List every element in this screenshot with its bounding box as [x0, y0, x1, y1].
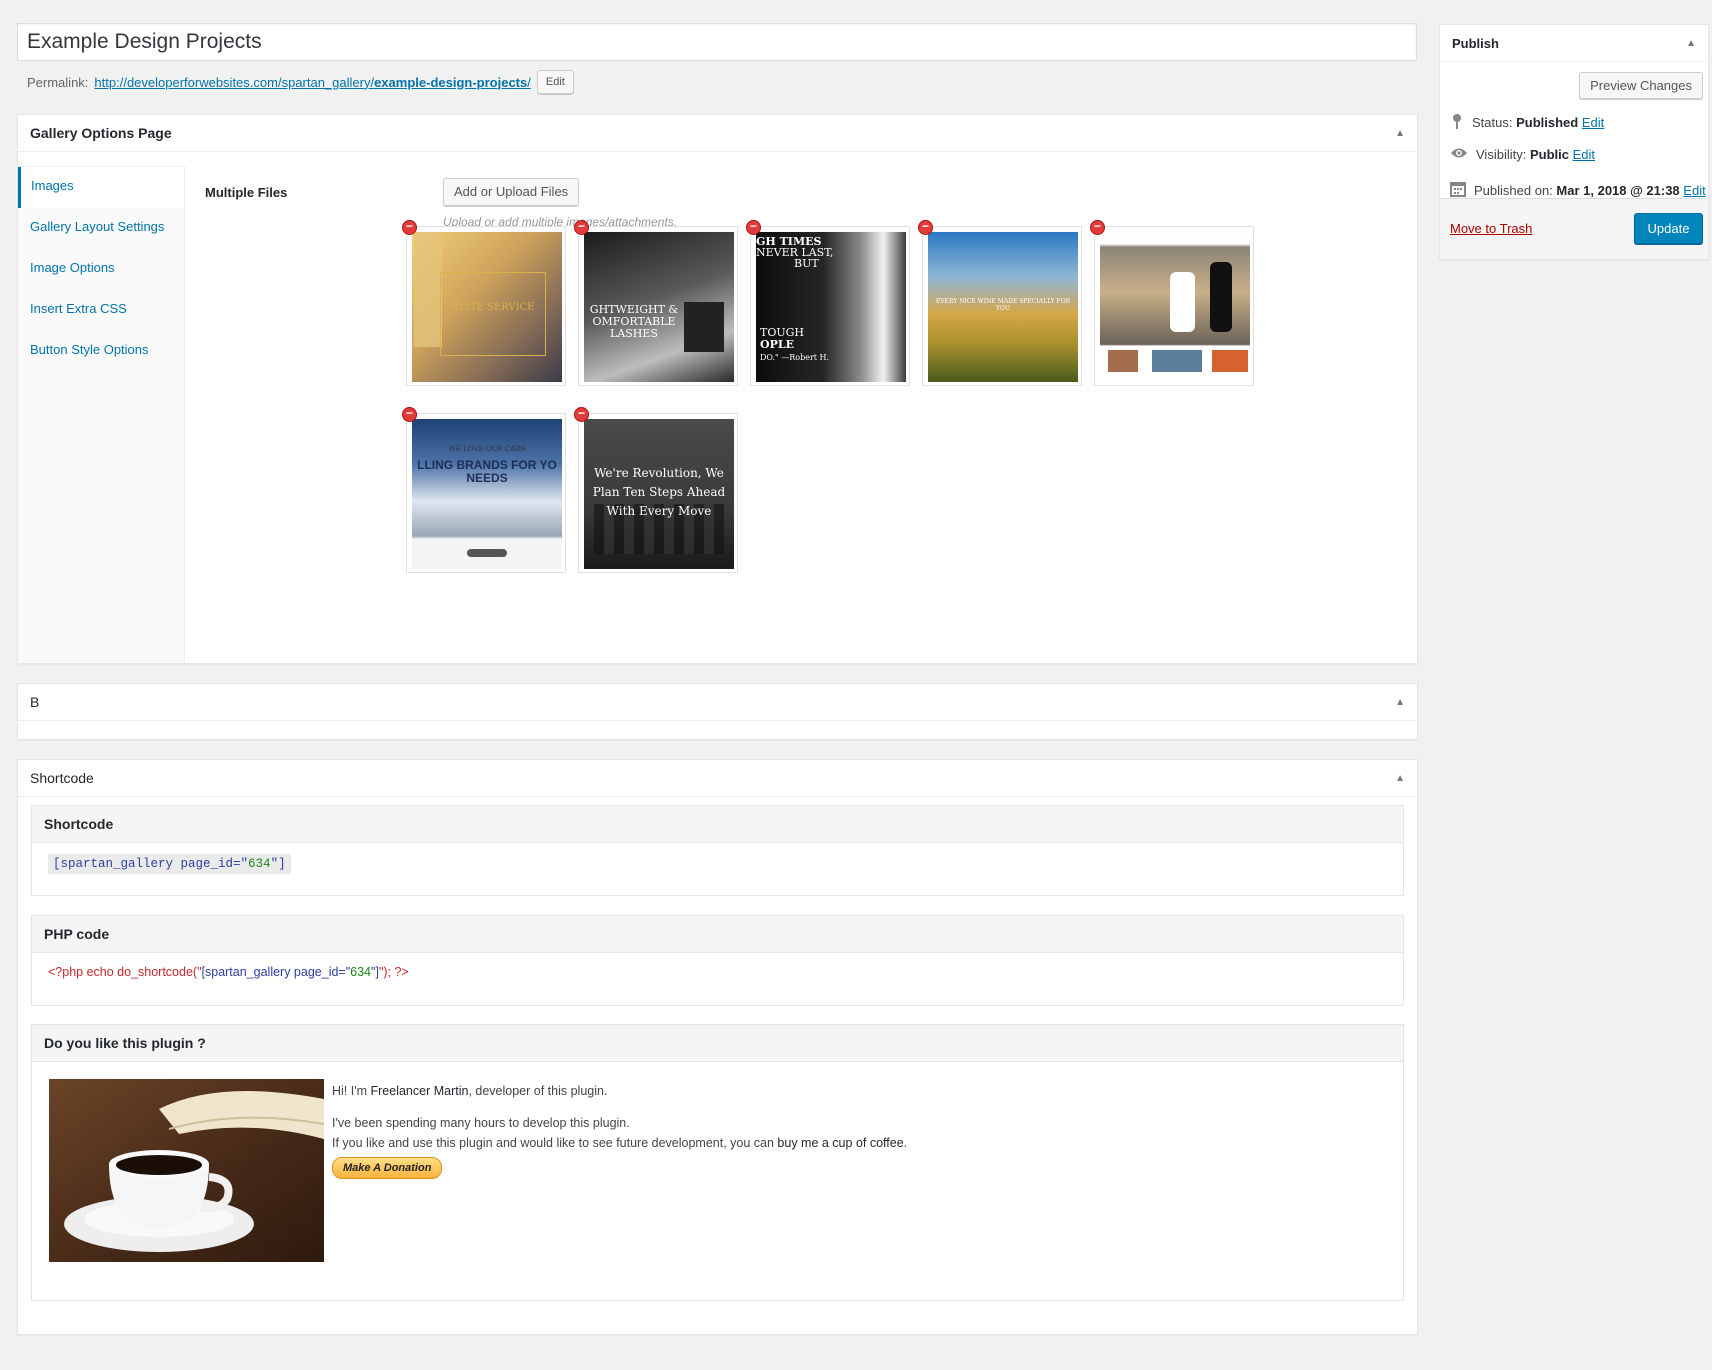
- shortcode-metabox-title: Shortcode: [30, 770, 94, 786]
- collapse-arrow-icon[interactable]: ▲: [1686, 38, 1696, 49]
- donate-section-footer: [31, 1280, 1404, 1301]
- shortcode-section: Shortcode [spartan_gallery page_id="634"…: [31, 805, 1404, 896]
- gallery-thumbnail[interactable]: − We're Revolution, We Plan Ten Steps Ahe…: [575, 407, 738, 573]
- eye-icon: [1450, 147, 1468, 162]
- tab-insert-extra-css[interactable]: Insert Extra CSS: [18, 290, 184, 331]
- published-edit-link[interactable]: Edit: [1683, 183, 1705, 198]
- collapse-arrow-icon[interactable]: ▲: [1395, 697, 1405, 708]
- gallery-thumbnail[interactable]: − EVERY NICE WINE MADE SPECIALLY FOR YOU: [919, 220, 1082, 386]
- add-upload-files-button[interactable]: Add or Upload Files: [443, 178, 580, 206]
- gallery-options-title: Gallery Options Page: [30, 125, 172, 141]
- permalink-edit-button[interactable]: Edit: [536, 70, 574, 94]
- coffee-image: [49, 1079, 324, 1262]
- php-code-value[interactable]: <?php echo do_shortcode("[spartan_galler…: [48, 965, 409, 979]
- visibility-edit-link[interactable]: Edit: [1573, 147, 1595, 162]
- post-title-input[interactable]: Example Design Projects: [17, 23, 1417, 61]
- gallery-thumbnail[interactable]: − GHTWEIGHT & OMFORTABLE LASHES: [575, 220, 738, 386]
- status-value: Published: [1516, 115, 1579, 130]
- thumbnail-text: LLING BRANDS FOR YO NEEDS: [417, 458, 557, 485]
- b-metabox: B ▲: [17, 683, 1418, 740]
- tab-button-style-options[interactable]: Button Style Options: [18, 331, 184, 372]
- donate-section-title: Do you like this plugin ?: [32, 1025, 1403, 1062]
- status-edit-link[interactable]: Edit: [1582, 115, 1604, 130]
- thumbnail-image: EVERY NICE WINE MADE SPECIALLY FOR YOU: [928, 232, 1078, 382]
- multiple-files-label: Multiple Files: [205, 185, 288, 200]
- remove-icon[interactable]: −: [1091, 220, 1104, 234]
- published-label: Published on:: [1474, 183, 1553, 198]
- remove-icon[interactable]: −: [919, 220, 932, 234]
- permalink-label: Permalink:: [27, 74, 89, 90]
- b-metabox-header[interactable]: B ▲: [18, 684, 1417, 721]
- thumbnail-image: We're Revolution, We Plan Ten Steps Ahead…: [584, 419, 734, 569]
- tab-gallery-layout-settings[interactable]: Gallery Layout Settings: [18, 208, 184, 249]
- gallery-tabs: Images Gallery Layout Settings Image Opt…: [18, 166, 185, 663]
- thumbnail-image: ELITE SERVICE: [412, 232, 562, 382]
- php-code-section-title: PHP code: [32, 916, 1403, 953]
- shortcode-value[interactable]: [spartan_gallery page_id="634"]: [48, 854, 291, 874]
- remove-icon[interactable]: −: [403, 407, 416, 421]
- pin-icon: [1450, 113, 1464, 132]
- shortcode-section-title: Shortcode: [32, 806, 1403, 843]
- remove-icon[interactable]: −: [575, 220, 588, 234]
- visibility-row: Visibility: Public Edit: [1450, 147, 1595, 162]
- thumbnail-text: GHTWEIGHT & OMFORTABLE LASHES: [589, 303, 679, 340]
- status-row: Status: Published Edit: [1450, 113, 1604, 132]
- gallery-thumbnail[interactable]: − ELITE SERVICE: [403, 220, 566, 386]
- donate-text: Hi! I'm Freelancer Martin, developer of …: [332, 1081, 907, 1179]
- tab-images[interactable]: Images: [18, 167, 184, 208]
- move-to-trash-link[interactable]: Move to Trash: [1450, 221, 1532, 236]
- gallery-thumbnail[interactable]: −: [1091, 220, 1254, 386]
- remove-icon[interactable]: −: [575, 407, 588, 421]
- thumbnail-image: [1100, 232, 1250, 382]
- publish-header[interactable]: Publish ▲: [1440, 25, 1708, 62]
- gallery-thumbnail[interactable]: − GH TIMES NEVER LAST, BUT TOUGH OPLE DO." …: [747, 220, 910, 386]
- thumbnail-text: TOUGH OPLE DO." —Robert H.: [760, 326, 830, 363]
- thumbnail-image: GH TIMES NEVER LAST, BUT TOUGH OPLE DO." —R…: [756, 232, 906, 382]
- permalink-url[interactable]: http://developerforwebsites.com/spartan_…: [94, 75, 530, 90]
- published-value: Mar 1, 2018 @ 21:38: [1556, 183, 1680, 198]
- gallery-options-header[interactable]: Gallery Options Page ▲: [18, 115, 1417, 152]
- b-metabox-title: B: [30, 694, 40, 710]
- publish-actions: Move to Trash Update: [1440, 198, 1708, 259]
- visibility-label: Visibility:: [1476, 147, 1527, 162]
- publish-box: Publish ▲ Preview Changes Status: Publis…: [1439, 24, 1709, 260]
- collapse-arrow-icon[interactable]: ▲: [1395, 128, 1405, 139]
- publish-title: Publish: [1452, 35, 1499, 51]
- php-code-section: PHP code <?php echo do_shortcode("[spart…: [31, 915, 1404, 1006]
- preview-changes-button[interactable]: Preview Changes: [1579, 72, 1703, 99]
- update-button[interactable]: Update: [1634, 213, 1703, 244]
- gallery-options-box: Gallery Options Page ▲ Images Gallery La…: [17, 114, 1418, 664]
- thumbnail-image: WE LOVE OUR CARS LLING BRANDS FOR YO NEED…: [412, 419, 562, 569]
- thumbnail-text: We're Revolution, We Plan Ten Steps Ahead…: [592, 466, 726, 518]
- shortcode-metabox-header[interactable]: Shortcode ▲: [18, 760, 1417, 797]
- thumbnail-text: ELITE SERVICE: [452, 302, 535, 313]
- thumbnail-text: NEVER LAST, BUT: [756, 246, 834, 270]
- remove-icon[interactable]: −: [747, 220, 760, 234]
- thumbnail-text: EVERY NICE WINE MADE SPECIALLY FOR YOU: [935, 298, 1071, 312]
- gallery-thumbnail[interactable]: − WE LOVE OUR CARS LLING BRANDS FOR YO NE…: [403, 407, 566, 573]
- visibility-value: Public: [1529, 147, 1569, 162]
- tab-image-options[interactable]: Image Options: [18, 249, 184, 290]
- permalink-row: Permalink: http://developerforwebsites.c…: [27, 70, 574, 94]
- thumbnail-image: GHTWEIGHT & OMFORTABLE LASHES: [584, 232, 734, 382]
- shortcode-metabox: Shortcode ▲ Shortcode [spartan_gallery p…: [17, 759, 1418, 1335]
- status-label: Status:: [1472, 115, 1513, 130]
- remove-icon[interactable]: −: [403, 220, 416, 234]
- donate-section: Do you like this plugin ? Hi! I'm Freela…: [31, 1024, 1404, 1282]
- thumbnail-text: WE LOVE OUR CARS: [448, 445, 526, 453]
- collapse-arrow-icon[interactable]: ▲: [1395, 773, 1405, 784]
- make-donation-button[interactable]: Make A Donation: [332, 1157, 443, 1179]
